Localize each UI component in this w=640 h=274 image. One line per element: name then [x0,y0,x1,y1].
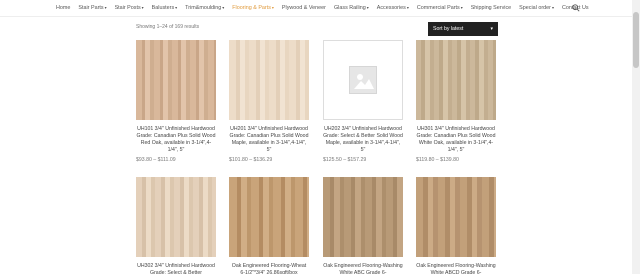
page-scrollbar[interactable] [632,0,640,274]
product-image[interactable] [229,177,309,257]
chevron-down-icon: ▾ [366,5,369,10]
nav-item-home[interactable]: Home [56,5,70,11]
nav-item-label: Special order [519,5,551,11]
nav-item-balusters[interactable]: Balusters ▾ [152,5,178,11]
main-nav: Home Stair Parts ▾ Stair Posts ▾ Balusters ▾ Tr… [0,0,640,16]
nav-item-stair-parts[interactable]: Stair Parts ▾ [78,5,106,11]
nav-item-trim-moulding[interactable]: Trim&moulding ▾ [185,5,224,11]
nav-item-label: Shipping Service [470,5,512,11]
chevron-down-icon: ▾ [104,5,107,10]
product-title[interactable]: UH301 3/4'' Unfinished Hardwood Grade: C… [416,126,496,154]
nav-item-label: Commercial Parts [416,5,460,11]
nav-item-label: Stair Posts [114,5,141,11]
product-price: $119.80 – $139.80 [416,157,459,163]
product-image-placeholder[interactable] [323,40,403,120]
product-card[interactable]: UH302 3/4'' Unfinished Hardwood Grade: S… [136,177,216,274]
product-title[interactable]: UH202 3/4'' Unfinished Hardwood Grade: S… [323,126,403,154]
nav-item-label: Home [56,5,71,11]
sort-selected-label: Sort by latest [433,26,464,32]
product-title[interactable]: UH201 3/4'' Unfinished Hardwood Grade: C… [229,126,309,154]
product-card[interactable]: UH202 3/4'' Unfinished Hardwood Grade: S… [323,40,403,163]
nav-item-label: Accessories [376,5,406,11]
nav-item-stair-posts[interactable]: Stair Posts ▾ [115,5,144,11]
sort-select[interactable]: Sort by latest ▾ [428,22,498,36]
product-price: $101.80 – $136.29 [229,157,273,163]
chevron-down-icon: ▾ [175,5,178,10]
product-title[interactable]: UH101 3/4'' Unfinished Hardwood Grade: C… [136,126,216,154]
nav-divider [0,16,640,17]
nav-item-label: Balusters [151,5,175,11]
nav-item-shipping-service[interactable]: Shipping Service [471,5,511,11]
product-image[interactable] [229,40,309,120]
product-price: $125.50 – $157.29 [323,157,367,163]
product-title[interactable]: Oak Engineered Flooring-Washing White AB… [323,263,403,274]
nav-item-glass-railing[interactable]: Glass Railing ▾ [334,5,369,11]
nav-item-label: Stair Parts [78,5,104,11]
nav-item-flooring-parts[interactable]: Flooring & Parts ▾ [232,5,274,11]
image-placeholder-icon [349,66,377,94]
nav-item-label: Plywood & Veneer [281,5,326,11]
product-title[interactable]: Oak Engineered Flooring-Washing White AB… [416,263,496,274]
product-title[interactable]: UH302 3/4'' Unfinished Hardwood Grade: S… [136,263,216,274]
product-card[interactable]: UH201 3/4'' Unfinished Hardwood Grade: C… [229,40,309,163]
chevron-down-icon: ▾ [141,5,144,10]
product-card[interactable]: Oak Engineered Flooring-Washing White AB… [323,177,403,274]
product-image[interactable] [136,177,216,257]
nav-item-label: Flooring & Parts [232,5,271,11]
chevron-down-icon: ▾ [222,5,225,10]
chevron-down-icon: ▾ [406,5,409,10]
product-image[interactable] [136,40,216,120]
nav-item-commercial-parts[interactable]: Commercial Parts ▾ [417,5,463,11]
chevron-down-icon: ▾ [490,26,493,32]
nav-item-label: Glass Railing [333,5,366,11]
chevron-down-icon: ▾ [551,5,554,10]
product-price: $93.80 – $111.09 [136,157,176,163]
search-icon[interactable] [572,4,580,12]
nav-item-special-order[interactable]: Special order ▾ [519,5,554,11]
product-title[interactable]: Oak Engineered Flooring-Wheat 6-1/2"*3/4… [229,263,309,274]
product-card[interactable]: UH101 3/4'' Unfinished Hardwood Grade: C… [136,40,216,163]
nav-item-plywood-veneer[interactable]: Plywood & Veneer [282,5,326,11]
scrollbar-thumb[interactable] [633,12,639,68]
product-image[interactable] [323,177,403,257]
result-count: Showing 1–24 of 169 results [136,24,200,30]
nav-item-label: Trim&moulding [185,5,222,11]
product-card[interactable]: UH301 3/4'' Unfinished Hardwood Grade: C… [416,40,496,163]
nav-item-accessories[interactable]: Accessories ▾ [377,5,409,11]
product-image[interactable] [416,40,496,120]
chevron-down-icon: ▾ [271,5,274,10]
product-card[interactable]: Oak Engineered Flooring-Wheat 6-1/2"*3/4… [229,177,309,274]
product-image[interactable] [416,177,496,257]
chevron-down-icon: ▾ [460,5,463,10]
product-card[interactable]: Oak Engineered Flooring-Washing White AB… [416,177,496,274]
